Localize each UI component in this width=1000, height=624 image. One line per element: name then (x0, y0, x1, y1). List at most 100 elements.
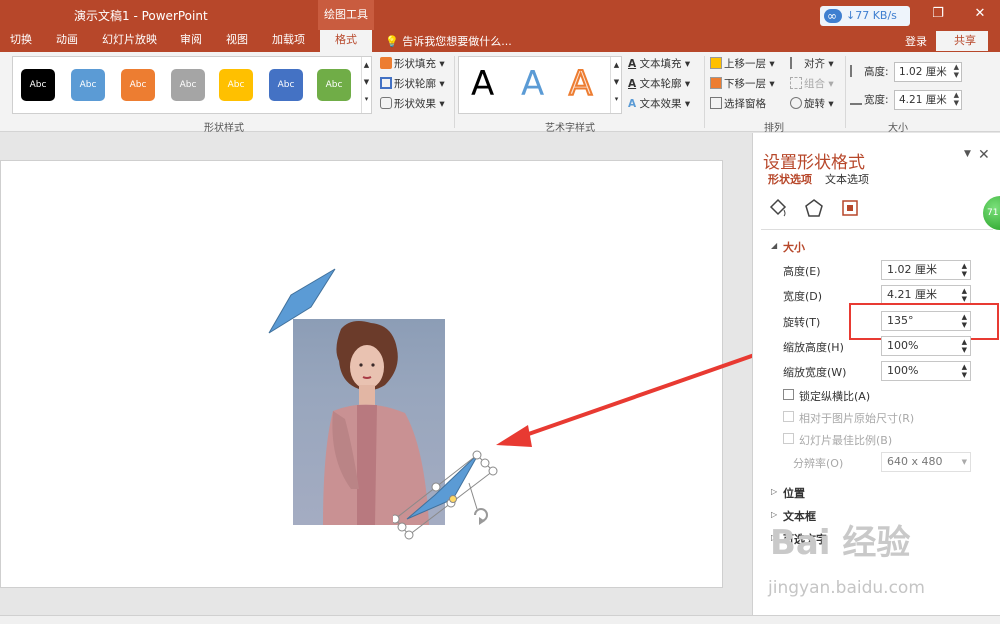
shape-style-orange[interactable]: Abc (121, 69, 155, 101)
tell-me-text: 告诉我您想要做什么... (402, 35, 512, 48)
spin-arrows-icon[interactable]: ▲ ▼ (954, 91, 959, 107)
cloud-icon (824, 6, 842, 26)
wordart-scroll-icon[interactable]: ▲ ▼ ▾ (610, 57, 622, 113)
tab-format[interactable]: 格式 (320, 30, 372, 52)
tab-view[interactable]: 视图 (222, 30, 252, 52)
tab-shape-options[interactable]: 形状选项 (768, 171, 812, 187)
restore-button[interactable]: ❐ (916, 0, 960, 30)
text-fill-button[interactable]: A 文本填充 ▾ (628, 56, 690, 71)
group-button[interactable]: 组合 ▾ (790, 76, 834, 91)
align-icon (790, 57, 802, 69)
rotation-label: 旋转(T) (783, 316, 821, 329)
spin-arrows-icon[interactable]: ▲ ▼ (954, 63, 959, 79)
shape-style-blue[interactable]: Abc (71, 69, 105, 101)
relative-original-checkbox[interactable] (783, 411, 794, 422)
login-link[interactable]: 登录 (905, 33, 927, 49)
spin-arrows-icon[interactable]: ▲ ▼ (962, 287, 967, 303)
ribbon-height-label: 高度: (850, 64, 889, 79)
fill-line-icon[interactable] (767, 197, 789, 219)
size-group-label: 大小 (888, 123, 908, 134)
text-fill-icon: A (628, 58, 637, 70)
shape-style-black[interactable]: Abc (21, 69, 55, 101)
status-bar (0, 615, 1000, 624)
selection-pane-icon (710, 97, 722, 109)
spin-arrows-icon[interactable]: ▲ ▼ (962, 338, 967, 354)
scale-height-label: 缩放高度(H) (783, 341, 844, 354)
send-backward-button[interactable]: 下移一层 ▾ (710, 76, 775, 91)
resolution-select[interactable]: 640 x 480 ▼ (881, 452, 971, 472)
close-button[interactable]: ✕ (958, 0, 1000, 30)
selection-pane-button[interactable]: 选择窗格 (710, 96, 766, 111)
lock-aspect-label: 锁定纵横比(A) (799, 390, 871, 403)
baidu-watermark: Bai 经验 (770, 523, 911, 563)
window-title: 演示文稿1 - PowerPoint (74, 9, 208, 23)
expand-caret-icon[interactable]: ▷ (771, 487, 777, 496)
gallery-scroll-icon[interactable]: ▲ ▼ ▾ (361, 57, 371, 113)
size-properties-icon[interactable] (839, 197, 861, 219)
tab-review[interactable]: 审阅 (176, 30, 206, 52)
tell-me-search[interactable]: 💡 告诉我您想要做什么... (385, 33, 512, 49)
height-label: 高度(E) (783, 265, 821, 278)
bring-forward-button[interactable]: 上移一层 ▾ (710, 56, 775, 71)
scale-width-label: 缩放宽度(W) (783, 366, 847, 379)
shape-styles-group-label: 形状样式 (204, 123, 244, 134)
wordart-style-orange-outline[interactable]: A (568, 63, 593, 105)
width-input[interactable]: 4.21 厘米 ▲ ▼ (881, 285, 971, 305)
shape-style-gray[interactable]: Abc (171, 69, 205, 101)
network-speed-badge[interactable]: ↓77 KB/s (820, 6, 910, 26)
spin-arrows-icon[interactable]: ▲ ▼ (962, 262, 967, 278)
rotate-button[interactable]: 旋转 ▾ (790, 96, 834, 111)
scale-height-input[interactable]: 100% ▲ ▼ (881, 336, 971, 356)
tab-addins[interactable]: 加载项 (268, 30, 309, 52)
tab-text-options[interactable]: 文本选项 (825, 171, 869, 187)
ribbon: Abc Abc Abc Abc Abc Abc Abc ▲ ▼ ▾ 形状填充 ▾ 形… (0, 52, 1000, 134)
pane-divider (761, 229, 993, 230)
collapse-caret-icon[interactable]: ◢ (771, 241, 777, 250)
pane-close-icon[interactable]: ✕ (978, 147, 990, 163)
width-icon (850, 93, 862, 105)
shape-effects-button[interactable]: 形状效果 ▾ (380, 96, 445, 111)
wordart-style-black[interactable]: A (471, 64, 494, 104)
pane-options-icon[interactable]: ▼ (964, 149, 971, 159)
shape-outline-button[interactable]: 形状轮廓 ▾ (380, 76, 445, 91)
wordart-gallery: A A A ▲ ▼ ▾ (458, 56, 622, 114)
chevron-down-icon: ▼ (961, 458, 967, 466)
section-position-header[interactable]: 位置 (783, 485, 805, 501)
height-icon (850, 65, 862, 77)
best-scale-checkbox[interactable] (783, 433, 794, 444)
wordart-style-blue[interactable]: A (521, 64, 544, 104)
section-size-header[interactable]: 大小 (783, 239, 805, 255)
drawing-tools-context-label: 绘图工具 (318, 0, 374, 30)
pane-title: 设置形状格式 (763, 153, 865, 173)
pen-icon (380, 77, 392, 89)
tab-slideshow[interactable]: 幻灯片放映 (98, 30, 161, 52)
share-text: 共享 (954, 34, 976, 47)
paint-bucket-icon (380, 57, 392, 69)
lock-aspect-checkbox[interactable] (783, 389, 794, 400)
tab-animations[interactable]: 动画 (52, 30, 82, 52)
shape-style-gold[interactable]: Abc (219, 69, 253, 101)
height-input[interactable]: 1.02 厘米 ▲ ▼ (881, 260, 971, 280)
ribbon-height-input[interactable]: 1.02 厘米 ▲ ▼ (894, 62, 962, 82)
shape-style-green[interactable]: Abc (317, 69, 351, 101)
slide-workspace (0, 133, 752, 615)
group-divider (845, 56, 846, 128)
network-speed-text: ↓77 KB/s (846, 9, 897, 22)
align-button[interactable]: 对齐 ▾ (790, 56, 834, 71)
tab-transitions[interactable]: 切换 (6, 30, 36, 52)
text-outline-button[interactable]: A 文本轮廓 ▾ (628, 76, 690, 91)
text-outline-icon: A (628, 78, 637, 90)
spin-arrows-icon[interactable]: ▲ ▼ (962, 363, 967, 379)
annotation-arrow (496, 353, 752, 447)
effects-pentagon-icon[interactable] (803, 197, 825, 219)
text-effects-button[interactable]: A 文本效果 ▾ (628, 96, 690, 111)
width-label: 宽度(D) (783, 290, 823, 303)
shape-fill-button[interactable]: 形状填充 ▾ (380, 56, 445, 71)
group-divider (454, 56, 455, 128)
best-scale-label: 幻灯片最佳比例(B) (799, 434, 893, 447)
ribbon-width-input[interactable]: 4.21 厘米 ▲ ▼ (894, 90, 962, 110)
group-icon (790, 77, 802, 89)
shape-style-darkblue[interactable]: Abc (269, 69, 303, 101)
share-button[interactable]: 共享 (936, 31, 988, 51)
scale-width-input[interactable]: 100% ▲ ▼ (881, 361, 971, 381)
